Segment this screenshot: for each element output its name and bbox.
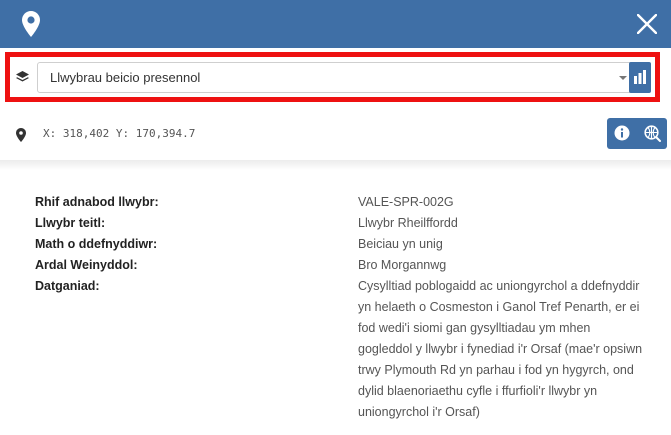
map-pin-icon	[22, 11, 40, 37]
attribute-label: Rhif adnabod llwybr:	[35, 195, 159, 209]
attribute-label: Math o ddefnyddiwr:	[35, 237, 158, 251]
info-icon	[614, 125, 630, 141]
attribute-value: VALE-SPR-002G	[358, 195, 454, 209]
globe-search-button[interactable]	[637, 118, 667, 149]
attribute-row: Datganiad: Cysylltiad poblogaidd ac unio…	[35, 278, 665, 423]
attribute-value: Beiciau yn unig	[358, 237, 443, 251]
globe-search-icon	[644, 125, 661, 142]
attribute-label: Ardal Weinyddol:	[35, 258, 138, 272]
attribute-row: Ardal Weinyddol: Bro Morgannwg	[35, 257, 665, 274]
close-icon[interactable]	[637, 14, 657, 34]
attribute-value: Llwybr Rheilffordd	[358, 216, 458, 230]
map-pin-icon	[16, 128, 26, 142]
attribute-label: Datganiad:	[35, 279, 100, 293]
chart-button[interactable]	[629, 62, 651, 93]
attribute-row: Llwybr teitl: Llwybr Rheilffordd	[35, 215, 665, 232]
panel-header	[0, 0, 671, 48]
feature-attributes: Rhif adnabod llwybr: VALE-SPR-002G Llwyb…	[35, 194, 665, 427]
tool-button-group	[607, 118, 667, 149]
attribute-value: Bro Morgannwg	[358, 258, 447, 272]
attribute-label: Llwybr teitl:	[35, 216, 106, 230]
attribute-row: Rhif adnabod llwybr: VALE-SPR-002G	[35, 194, 665, 211]
layer-selector-row: Llwybrau beicio presennol	[5, 52, 660, 102]
layer-select-value: Llwybrau beicio presennol	[50, 70, 201, 85]
coordinate-readout: X: 318,402 Y: 170,394.7	[43, 127, 196, 140]
layers-icon	[16, 71, 29, 82]
coordinate-row: X: 318,402 Y: 170,394.7	[0, 118, 671, 152]
chevron-down-icon	[619, 76, 627, 80]
info-button[interactable]	[607, 118, 637, 149]
section-divider	[0, 160, 671, 170]
bar-chart-icon	[634, 70, 646, 84]
layer-select[interactable]: Llwybrau beicio presennol	[37, 62, 639, 93]
attribute-value: Cysylltiad poblogaidd ac uniongyrchol a …	[358, 279, 643, 419]
attribute-row: Math o ddefnyddiwr: Beiciau yn unig	[35, 236, 665, 253]
